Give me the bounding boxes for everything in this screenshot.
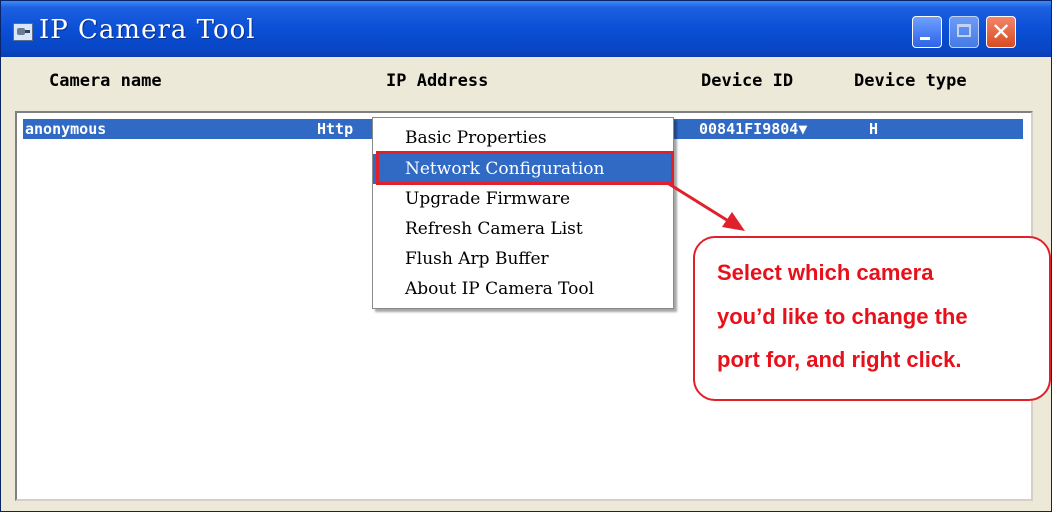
close-icon: ✕ bbox=[990, 18, 1012, 46]
close-button[interactable]: ✕ bbox=[986, 16, 1016, 48]
instruction-callout: Select which camera you’d like to change… bbox=[693, 236, 1051, 401]
window-title: IP Camera Tool bbox=[39, 15, 256, 45]
minimize-button[interactable] bbox=[912, 16, 942, 48]
column-header-device-type[interactable]: Device type bbox=[854, 71, 967, 91]
maximize-button[interactable] bbox=[949, 16, 979, 48]
menu-item-basic-properties[interactable]: Basic Properties bbox=[373, 123, 673, 153]
context-menu: Basic Properties Network Configuration U… bbox=[372, 117, 674, 309]
column-header-device-id[interactable]: Device ID bbox=[701, 71, 793, 91]
callout-line-1: Select which camera bbox=[717, 260, 934, 285]
column-header-camera-name[interactable]: Camera name bbox=[49, 71, 162, 91]
column-header-ip-address[interactable]: IP Address bbox=[386, 71, 488, 91]
menu-item-refresh-camera-list[interactable]: Refresh Camera List bbox=[373, 214, 673, 244]
title-bar[interactable]: IP Camera Tool ✕ bbox=[1, 1, 1051, 57]
ip-address-cell: Http bbox=[317, 120, 354, 138]
camera-name-cell: anonymous bbox=[25, 120, 107, 138]
highlight-box bbox=[376, 151, 674, 185]
callout-line-2: you’d like to change the bbox=[717, 304, 968, 329]
camera-app-icon bbox=[13, 23, 33, 41]
device-id-cell: 00841FI9804▼ bbox=[699, 120, 808, 138]
callout-line-3: port for, and right click. bbox=[717, 347, 962, 372]
menu-item-upgrade-firmware[interactable]: Upgrade Firmware bbox=[373, 184, 673, 214]
device-type-cell: H bbox=[869, 120, 879, 138]
menu-item-about-ip-camera-tool[interactable]: About IP Camera Tool bbox=[373, 274, 673, 304]
menu-item-flush-arp-buffer[interactable]: Flush Arp Buffer bbox=[373, 244, 673, 274]
